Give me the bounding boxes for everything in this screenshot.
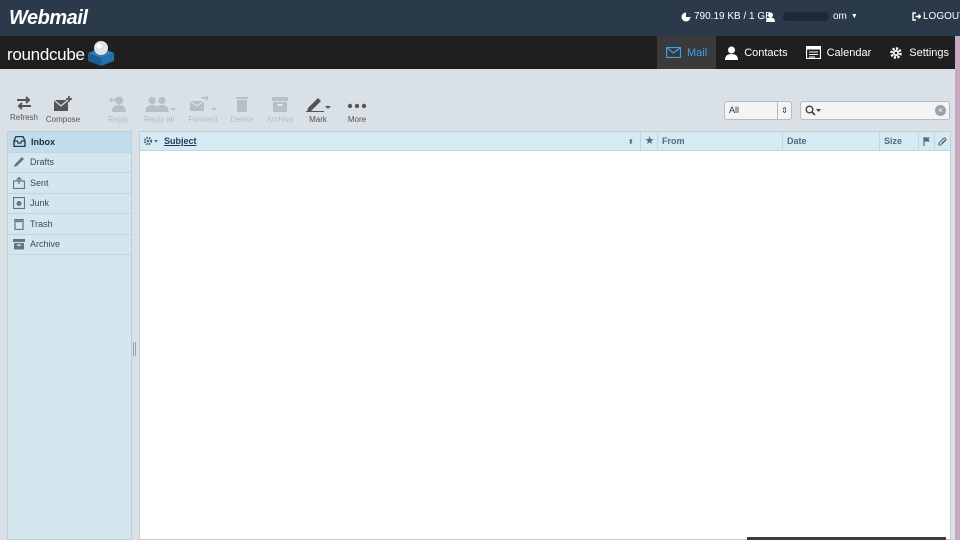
junk-icon <box>13 197 25 210</box>
refresh-label: Refresh <box>9 113 38 122</box>
mail-icon <box>666 47 682 58</box>
compose-label: Compose <box>45 115 81 124</box>
pane-splitter[interactable] <box>133 342 136 356</box>
user-icon <box>766 12 775 22</box>
roundcube-cube-icon <box>88 41 114 66</box>
trash-icon <box>14 218 24 230</box>
cpanel-top-bar: Webmail 790.19 KB / 1 GB om ▼ LOGOUT <box>0 0 960 36</box>
compose-icon <box>53 96 72 111</box>
forward-button[interactable]: Forward <box>183 96 223 124</box>
star-icon: ★ <box>644 135 655 147</box>
folder-label: Junk <box>30 198 50 209</box>
column-size[interactable]: Size <box>879 132 919 151</box>
reply-icon <box>109 96 126 112</box>
reply-all-button[interactable]: Reply all <box>139 96 179 124</box>
pie-chart-icon <box>681 12 691 21</box>
mark-pen-icon <box>306 98 331 112</box>
folder-inbox[interactable]: Inbox <box>8 132 131 153</box>
filter-value: All <box>729 105 740 115</box>
message-list: Subject ⬍ ★ From Date Size <box>139 131 951 540</box>
sort-arrows-icon[interactable]: ⬍ <box>628 132 640 151</box>
roundcube-header: roundcube Mail Contacts Calendar Setting… <box>0 36 960 69</box>
user-email-suffix: om <box>833 11 847 22</box>
calendar-icon <box>805 46 821 59</box>
column-flag[interactable] <box>918 132 934 151</box>
folder-drafts[interactable]: Drafts <box>8 153 131 173</box>
chevron-down-icon: ▼ <box>850 13 858 20</box>
forward-icon <box>189 96 217 111</box>
folder-archive[interactable]: Archive <box>8 235 131 255</box>
gear-icon <box>143 136 158 146</box>
mark-button[interactable]: Mark <box>298 96 338 124</box>
column-date[interactable]: Date <box>782 132 880 151</box>
reply-all-label: Reply all <box>143 115 175 124</box>
search-box[interactable]: × <box>800 101 950 120</box>
logout-label: LOGOUT <box>923 11 960 22</box>
filter-select[interactable]: All ⇕ <box>724 101 792 120</box>
logout-icon <box>912 12 921 21</box>
column-flagged[interactable]: ★ <box>640 132 658 151</box>
refresh-button[interactable]: Refresh <box>4 96 44 122</box>
quota-text: 790.19 KB / 1 GB <box>694 11 772 22</box>
clear-search-icon[interactable]: × <box>935 105 946 116</box>
select-arrows-icon: ⇕ <box>777 102 791 119</box>
nav-contacts[interactable]: Contacts <box>716 36 796 69</box>
nav-contacts-label: Contacts <box>744 46 788 59</box>
gear-icon <box>890 46 903 59</box>
folder-label: Archive <box>30 239 61 250</box>
column-attachment[interactable] <box>934 132 950 151</box>
webmail-logo[interactable]: Webmail <box>9 7 88 30</box>
archive-button[interactable]: Archive <box>260 96 300 124</box>
mail-toolbar: Refresh Compose Reply Reply all Forward … <box>0 69 960 131</box>
archive-icon <box>272 97 288 112</box>
redacted-email <box>783 12 829 21</box>
folder-sent[interactable]: Sent <box>8 173 131 194</box>
logout-button[interactable]: LOGOUT <box>912 11 960 22</box>
paperclip-icon <box>938 137 947 146</box>
quota-indicator[interactable]: 790.19 KB / 1 GB <box>681 11 772 22</box>
roundcube-logo: roundcube <box>7 45 85 64</box>
column-subject[interactable]: Subject <box>164 132 197 151</box>
forward-label: Forward <box>188 115 218 124</box>
main-navigation: Mail Contacts Calendar Settings <box>657 36 958 69</box>
mark-label: Mark <box>309 115 327 124</box>
nav-calendar[interactable]: Calendar <box>797 36 881 69</box>
nav-calendar-label: Calendar <box>826 46 872 59</box>
refresh-icon <box>17 96 31 110</box>
folder-trash[interactable]: Trash <box>8 214 131 235</box>
delete-label: Delete <box>230 115 254 124</box>
pencil-icon <box>14 157 24 168</box>
inbox-icon <box>13 136 26 148</box>
folder-label: Trash <box>30 218 53 229</box>
sent-icon <box>13 176 25 189</box>
reply-button[interactable]: Reply <box>98 96 138 124</box>
user-menu[interactable]: om ▼ <box>766 11 858 22</box>
folder-list: Inbox Drafts Sent Junk Trash Archive <box>7 131 132 540</box>
nav-mail-label: Mail <box>687 46 708 59</box>
flag-icon <box>922 137 930 146</box>
reply-label: Reply <box>107 115 129 124</box>
compose-button[interactable]: Compose <box>43 96 83 124</box>
folder-junk[interactable]: Junk <box>8 194 131 214</box>
list-options-menu[interactable] <box>143 132 161 151</box>
more-icon <box>347 103 367 109</box>
more-button[interactable]: More <box>337 96 377 124</box>
delete-button[interactable]: Delete <box>222 96 262 124</box>
folder-label: Drafts <box>30 157 55 168</box>
folder-label: Sent <box>30 177 49 188</box>
folder-label: Inbox <box>31 136 55 147</box>
search-icon <box>805 105 821 116</box>
nav-settings-label: Settings <box>909 46 949 59</box>
column-from[interactable]: From <box>657 132 783 151</box>
nav-mail[interactable]: Mail <box>657 36 717 69</box>
window-edge <box>955 36 960 540</box>
reply-all-icon <box>145 96 176 112</box>
archive-icon <box>13 239 25 250</box>
trash-icon <box>236 97 248 112</box>
nav-settings[interactable]: Settings <box>880 36 958 69</box>
message-list-header: Subject ⬍ ★ From Date Size <box>140 132 950 151</box>
contacts-icon <box>725 46 739 60</box>
more-label: More <box>347 115 367 124</box>
archive-label: Archive <box>266 115 294 124</box>
